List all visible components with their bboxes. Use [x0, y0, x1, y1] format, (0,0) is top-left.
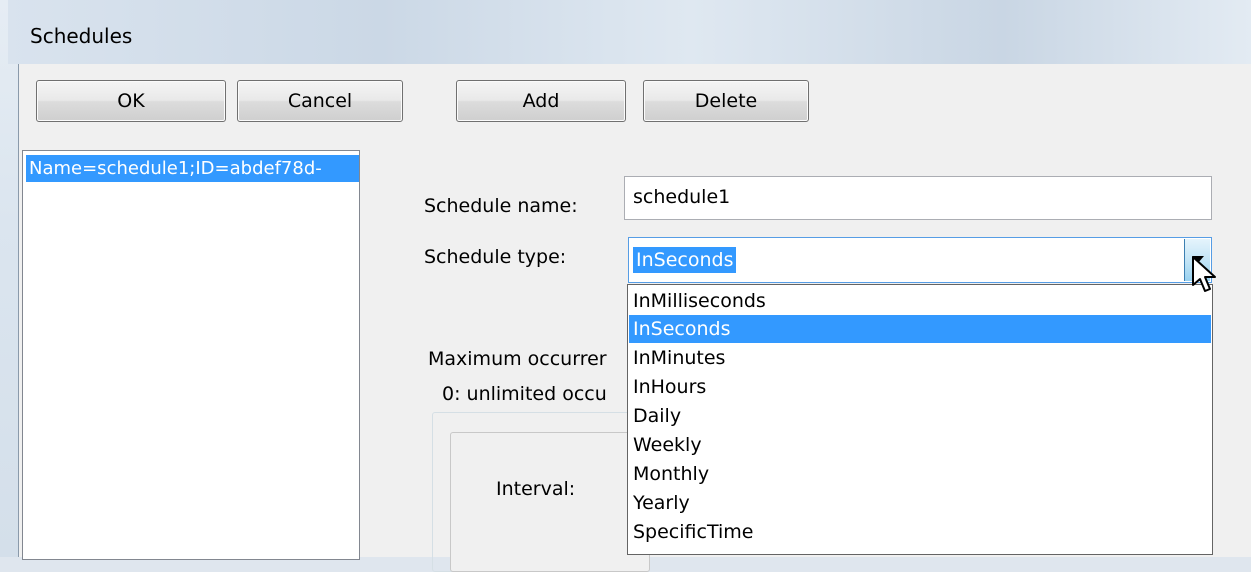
schedule-type-select[interactable]: InSeconds — [628, 237, 1212, 283]
option-specifictime[interactable]: SpecificTime — [629, 518, 1211, 546]
schedule-type-value: InSeconds — [633, 247, 737, 273]
add-button[interactable]: Add — [456, 80, 626, 122]
option-inmilliseconds[interactable]: InMilliseconds — [629, 287, 1211, 315]
max-occurrences-label: Maximum occurrer — [428, 348, 607, 370]
ok-button[interactable]: OK — [36, 80, 226, 122]
option-daily[interactable]: Daily — [629, 402, 1211, 430]
schedule-name-label: Schedule name: — [424, 195, 578, 217]
schedules-window: Schedules OK Cancel Add Delete Name=sche… — [0, 0, 1251, 572]
schedule-list-item[interactable]: Name=schedule1;ID=abdef78d- — [26, 155, 359, 182]
option-weekly[interactable]: Weekly — [629, 431, 1211, 459]
title-bar[interactable]: Schedules — [8, 0, 1251, 64]
window-title: Schedules — [30, 24, 133, 48]
option-inminutes[interactable]: InMinutes — [629, 344, 1211, 372]
schedule-list[interactable]: Name=schedule1;ID=abdef78d- — [22, 150, 360, 560]
option-monthly[interactable]: Monthly — [629, 460, 1211, 488]
schedule-type-dropdown-list[interactable]: InMilliseconds InSeconds InMinutes InHou… — [627, 284, 1213, 555]
option-yearly[interactable]: Yearly — [629, 489, 1211, 517]
interval-panel — [450, 432, 650, 572]
option-inhours[interactable]: InHours — [629, 373, 1211, 401]
unlimited-hint-label: 0: unlimited occu — [442, 383, 607, 405]
option-inseconds[interactable]: InSeconds — [629, 315, 1211, 343]
interval-label: Interval: — [496, 478, 576, 500]
schedule-name-input[interactable]: schedule1 — [624, 176, 1212, 220]
cancel-button[interactable]: Cancel — [237, 80, 403, 122]
delete-button[interactable]: Delete — [643, 80, 809, 122]
mouse-pointer-icon — [1192, 256, 1216, 292]
schedule-type-label: Schedule type: — [424, 246, 567, 268]
